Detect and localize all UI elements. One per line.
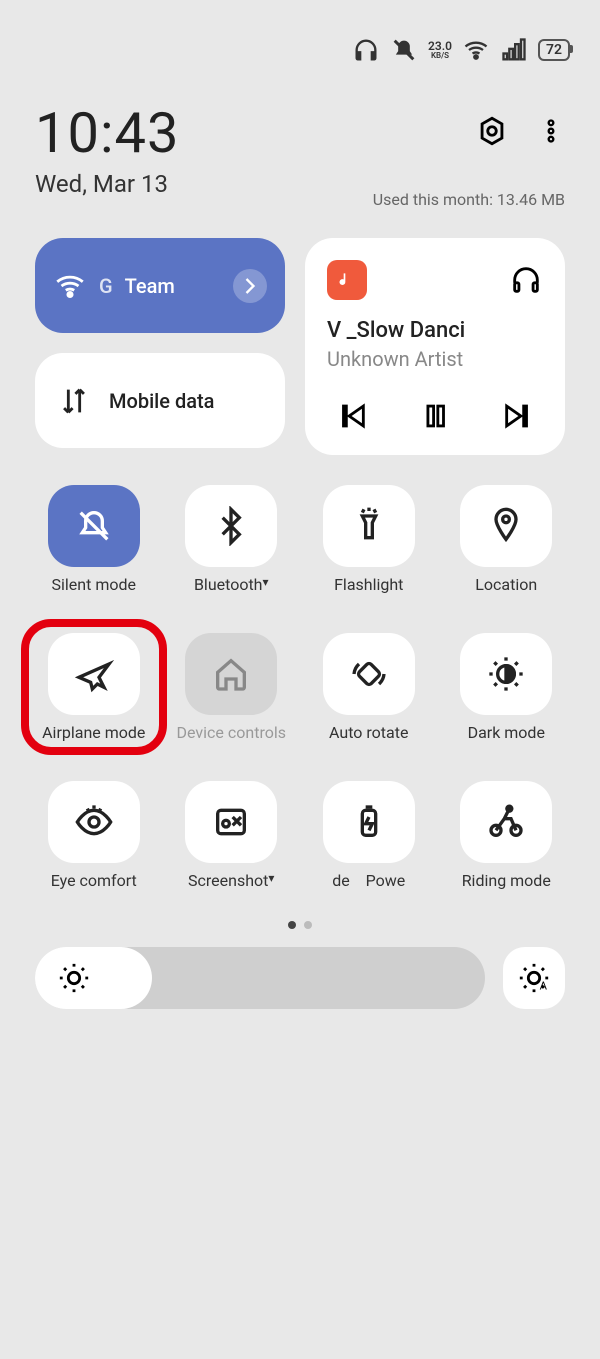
page-dot-1	[288, 921, 296, 929]
brightness-icon	[57, 961, 91, 995]
page-dot-2	[304, 921, 312, 929]
headphones-output-icon[interactable]	[509, 263, 543, 297]
more-icon[interactable]	[537, 117, 565, 145]
wifi-ssid: Team	[125, 274, 175, 298]
signal-icon	[500, 36, 528, 64]
dark-mode-icon	[460, 633, 552, 715]
tile-flashlight[interactable]: Flashlight	[310, 485, 428, 615]
tile-power[interactable]: de Powe	[310, 781, 428, 911]
bike-icon	[460, 781, 552, 863]
rotate-icon	[323, 633, 415, 715]
screenshot-icon	[185, 781, 277, 863]
tile-bluetooth[interactable]: Bluetooth	[173, 485, 291, 615]
tile-screenshot[interactable]: Screenshot	[173, 781, 291, 911]
clock-time: 10:43	[35, 100, 179, 166]
prev-track-button[interactable]	[335, 399, 369, 433]
pause-button[interactable]	[418, 399, 452, 433]
settings-icon[interactable]	[475, 114, 509, 148]
eye-icon	[48, 781, 140, 863]
quick-settings-grid: Silent mode Bluetooth Flashlight Locatio…	[0, 455, 600, 911]
mobile-data-toggle[interactable]: Mobile data	[35, 353, 285, 448]
tile-auto-rotate[interactable]: Auto rotate	[310, 633, 428, 763]
battery-indicator: 72	[538, 39, 570, 61]
tile-dark-mode[interactable]: Dark mode	[448, 633, 566, 763]
clock-date: Wed, Mar 13	[35, 170, 179, 198]
mobile-data-icon	[57, 384, 91, 418]
pagination-dots	[0, 921, 600, 929]
bluetooth-icon	[185, 485, 277, 567]
wifi-prefix: G	[99, 274, 113, 298]
auto-brightness-toggle[interactable]: A	[503, 947, 565, 1009]
tile-riding-mode[interactable]: Riding mode	[448, 781, 566, 911]
battery-icon	[323, 781, 415, 863]
location-icon	[460, 485, 552, 567]
home-icon	[185, 633, 277, 715]
data-usage-label: Used this month: 13.46 MB	[373, 190, 565, 209]
music-app-icon[interactable]	[327, 260, 367, 300]
tile-device-controls[interactable]: Device controls	[173, 633, 291, 763]
track-artist: Unknown Artist	[327, 347, 543, 371]
mobile-data-label: Mobile data	[109, 389, 214, 413]
track-title: V _Slow Danci	[327, 318, 543, 343]
tile-silent-mode[interactable]: Silent mode	[35, 485, 153, 615]
wifi-card-icon	[53, 269, 87, 303]
brightness-slider[interactable]	[35, 947, 485, 1009]
next-track-button[interactable]	[501, 399, 535, 433]
chevron-right-icon[interactable]	[233, 269, 267, 303]
tile-eye-comfort[interactable]: Eye comfort	[35, 781, 153, 911]
wifi-toggle[interactable]: G Team	[35, 238, 285, 333]
wifi-icon	[462, 36, 490, 64]
tile-location[interactable]: Location	[448, 485, 566, 615]
bell-off-icon	[48, 485, 140, 567]
network-speed: 23.0KB/S	[428, 40, 452, 60]
flashlight-icon	[323, 485, 415, 567]
status-bar: 23.0KB/S 72	[0, 0, 600, 90]
media-card: V _Slow Danci Unknown Artist	[305, 238, 565, 455]
airplane-icon	[48, 633, 140, 715]
headphones-icon	[352, 36, 380, 64]
header: 10:43 Wed, Mar 13	[0, 90, 600, 198]
mute-icon	[390, 36, 418, 64]
tile-airplane-mode[interactable]: Airplane mode	[35, 633, 153, 763]
svg-text:A: A	[540, 978, 548, 992]
